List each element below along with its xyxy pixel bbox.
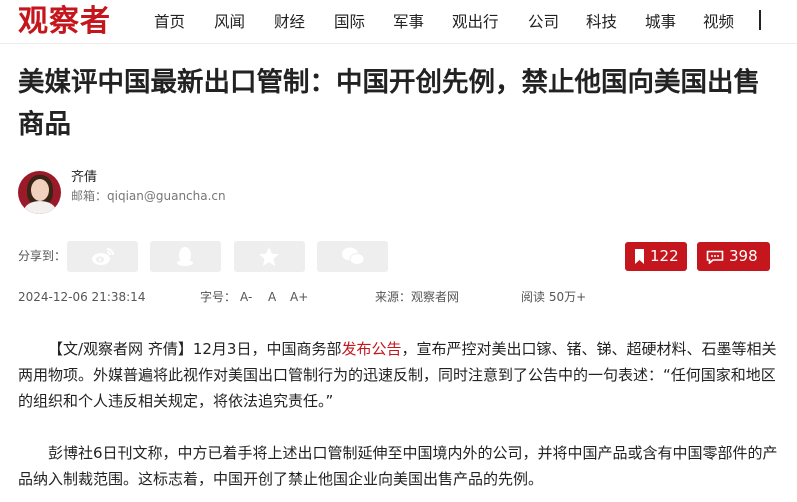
bookmark-button[interactable]: 122 [625,242,687,271]
nav-item-finance[interactable]: 财经 [274,12,305,32]
nav-item-company[interactable]: 公司 [528,12,559,32]
nav-item-city[interactable]: 城事 [645,12,676,32]
article-paragraph-1: 【文/观察者网 齐倩】12月3日，中国商务部发布公告，宣布严控对美出口镓、锗、锑… [18,340,777,410]
wechat-icon [342,247,365,265]
author-avatar[interactable] [18,171,61,214]
weibo-icon [92,248,114,265]
comment-button[interactable]: 398 [697,242,770,271]
author-name[interactable]: 齐倩 [71,169,97,186]
publish-date: 2024-12-06 21:38:14 [18,290,146,304]
announcement-link[interactable]: 发布公告 [341,340,401,358]
share-wechat-button[interactable] [317,241,388,272]
article-paragraph-2: 彭博社6日刊文称，中方已着手将上述出口管制延伸至中国境内外的公司，并将中国产品或… [18,444,778,488]
share-weibo-button[interactable] [67,241,138,272]
share-qq-button[interactable] [150,241,221,272]
article-title: 美媒评中国最新出口管制：中国开创先例，禁止他国向美国出售商品 [18,67,760,140]
nav-item-home[interactable]: 首页 [154,12,185,32]
author-email: 邮箱：qiqian@guancha.cn [71,189,226,203]
bookmark-icon [635,249,644,264]
share-qzone-button[interactable] [234,241,305,272]
nav-item-military[interactable]: 军事 [393,12,424,32]
nav-item-fengwen[interactable]: 风闻 [214,12,245,32]
comment-count: 398 [729,247,758,265]
site-logo[interactable]: 观察者 [18,4,111,40]
comment-icon [706,250,724,264]
nav-item-video[interactable]: 视频 [703,12,734,32]
top-navigation: 观察者 首页 风闻 财经 国际 军事 观出行 公司 科技 城事 视频 [0,0,797,44]
font-default-button[interactable]: A [268,289,276,305]
font-decrease-button[interactable]: A- [240,289,252,305]
nav-item-tech[interactable]: 科技 [586,12,617,32]
share-label: 分享到： [18,249,67,263]
font-increase-button[interactable]: A+ [290,289,308,305]
bookmark-count: 122 [650,247,679,265]
nav-item-international[interactable]: 国际 [334,12,365,32]
nav-divider [759,10,761,30]
nav-item-travel[interactable]: 观出行 [452,12,499,32]
qzone-star-icon [259,247,279,266]
qq-icon [177,247,193,266]
read-count: 阅读 50万+ [521,290,587,304]
article-source: 来源：观察者网 [375,290,460,304]
font-size-label: 字号： [200,290,237,304]
